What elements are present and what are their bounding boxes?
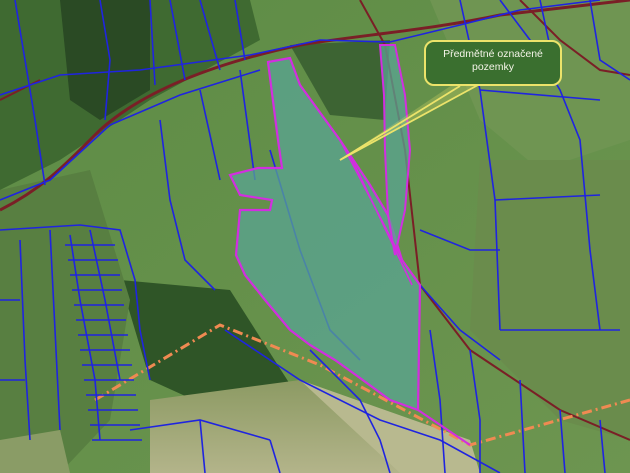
cadastral-map[interactable]: Předmětné označené pozemky bbox=[0, 0, 630, 473]
callout-label: Předmětné označené pozemky bbox=[424, 40, 562, 86]
callout-text-line2: pozemky bbox=[471, 61, 514, 73]
callout-text-line1: Předmětné označené bbox=[443, 48, 543, 60]
